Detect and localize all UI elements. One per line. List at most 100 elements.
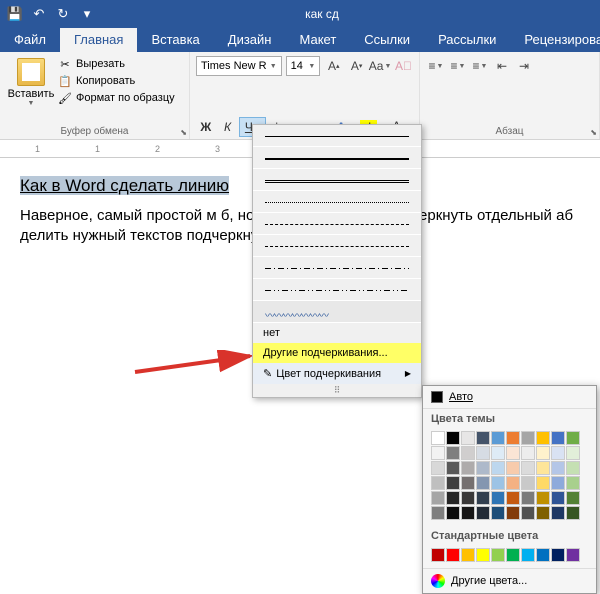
tab-layout[interactable]: Макет — [285, 28, 350, 52]
bullets-button[interactable]: ≡▼ — [426, 56, 446, 76]
color-swatch[interactable] — [491, 446, 505, 460]
color-swatch[interactable] — [536, 548, 550, 562]
color-swatch[interactable] — [536, 446, 550, 460]
color-swatch[interactable] — [566, 506, 580, 520]
color-swatch[interactable] — [446, 431, 460, 445]
undo-icon[interactable]: ↶ — [28, 3, 50, 25]
color-swatch[interactable] — [446, 476, 460, 490]
tab-review[interactable]: Рецензирование — [510, 28, 600, 52]
color-swatch[interactable] — [431, 506, 445, 520]
color-swatch[interactable] — [521, 491, 535, 505]
color-swatch[interactable] — [431, 461, 445, 475]
color-swatch[interactable] — [476, 431, 490, 445]
color-swatch[interactable] — [566, 476, 580, 490]
color-swatch[interactable] — [566, 491, 580, 505]
color-swatch[interactable] — [551, 548, 565, 562]
color-swatch[interactable] — [551, 491, 565, 505]
underline-dash-dot[interactable] — [253, 257, 421, 279]
grow-font-button[interactable]: A▴ — [324, 56, 343, 76]
color-swatch[interactable] — [506, 506, 520, 520]
underline-dotted[interactable] — [253, 191, 421, 213]
color-swatch[interactable] — [431, 548, 445, 562]
color-swatch[interactable] — [536, 461, 550, 475]
color-swatch[interactable] — [536, 506, 550, 520]
cut-button[interactable]: ✂ Вырезать — [56, 56, 177, 72]
color-swatch[interactable] — [431, 476, 445, 490]
color-swatch[interactable] — [506, 476, 520, 490]
color-swatch[interactable] — [566, 461, 580, 475]
clipboard-launcher-icon[interactable]: ⬊ — [180, 128, 187, 137]
color-swatch[interactable] — [476, 461, 490, 475]
color-swatch[interactable] — [521, 476, 535, 490]
color-swatch[interactable] — [506, 431, 520, 445]
color-swatch[interactable] — [491, 476, 505, 490]
shrink-font-button[interactable]: A▾ — [347, 56, 366, 76]
color-swatch[interactable] — [446, 491, 460, 505]
underline-dash-dot-dot[interactable] — [253, 279, 421, 301]
color-swatch[interactable] — [431, 491, 445, 505]
tab-home[interactable]: Главная — [60, 28, 137, 52]
redo-icon[interactable]: ↻ — [52, 3, 74, 25]
font-size-select[interactable]: 14 ▼ — [286, 56, 321, 76]
save-icon[interactable]: 💾 — [4, 3, 26, 25]
color-swatch[interactable] — [446, 506, 460, 520]
decrease-indent-button[interactable]: ⇤ — [492, 56, 512, 76]
underline-more-styles[interactable]: Другие подчеркивания... — [253, 343, 421, 363]
color-swatch[interactable] — [446, 548, 460, 562]
color-swatch[interactable] — [506, 491, 520, 505]
color-swatch[interactable] — [461, 491, 475, 505]
color-swatch[interactable] — [566, 446, 580, 460]
color-swatch[interactable] — [476, 548, 490, 562]
numbering-button[interactable]: ≡▼ — [448, 56, 468, 76]
color-swatch[interactable] — [476, 446, 490, 460]
color-swatch[interactable] — [461, 476, 475, 490]
color-swatch[interactable] — [566, 548, 580, 562]
color-swatch[interactable] — [551, 506, 565, 520]
color-swatch[interactable] — [521, 431, 535, 445]
color-swatch[interactable] — [461, 461, 475, 475]
color-swatch[interactable] — [491, 506, 505, 520]
color-swatch[interactable] — [431, 431, 445, 445]
color-swatch[interactable] — [551, 446, 565, 460]
format-painter-button[interactable]: 🖌 Формат по образцу — [56, 90, 177, 106]
underline-color-menu[interactable]: ✎ Цвет подчеркивания ▶ — [253, 363, 421, 384]
color-swatch[interactable] — [536, 431, 550, 445]
color-swatch[interactable] — [521, 446, 535, 460]
underline-thick[interactable] — [253, 147, 421, 169]
underline-single[interactable] — [253, 125, 421, 147]
color-swatch[interactable] — [446, 461, 460, 475]
color-auto[interactable]: Авто — [423, 386, 596, 409]
multilevel-button[interactable]: ≡▼ — [470, 56, 490, 76]
paragraph-launcher-icon[interactable]: ⬊ — [590, 128, 597, 137]
color-swatch[interactable] — [476, 491, 490, 505]
color-swatch[interactable] — [491, 431, 505, 445]
tab-design[interactable]: Дизайн — [214, 28, 286, 52]
color-swatch[interactable] — [446, 446, 460, 460]
paste-button[interactable]: Вставить ▼ — [6, 54, 56, 107]
more-colors-button[interactable]: Другие цвета... — [423, 568, 596, 593]
copy-button[interactable]: 📋 Копировать — [56, 73, 177, 89]
color-swatch[interactable] — [536, 491, 550, 505]
color-swatch[interactable] — [476, 506, 490, 520]
underline-dashed[interactable] — [253, 213, 421, 235]
color-swatch[interactable] — [551, 431, 565, 445]
color-swatch[interactable] — [506, 548, 520, 562]
color-swatch[interactable] — [461, 548, 475, 562]
color-swatch[interactable] — [551, 461, 565, 475]
color-swatch[interactable] — [521, 506, 535, 520]
color-swatch[interactable] — [491, 548, 505, 562]
underline-wave[interactable]: 〰〰〰〰〰〰〰 — [253, 301, 421, 323]
color-swatch[interactable] — [461, 446, 475, 460]
color-swatch[interactable] — [551, 476, 565, 490]
tab-mailings[interactable]: Рассылки — [424, 28, 510, 52]
underline-none[interactable]: нет — [253, 323, 421, 343]
clear-format-button[interactable]: A⃠ — [394, 56, 413, 76]
color-swatch[interactable] — [521, 461, 535, 475]
color-swatch[interactable] — [491, 491, 505, 505]
tab-references[interactable]: Ссылки — [350, 28, 424, 52]
color-swatch[interactable] — [506, 461, 520, 475]
increase-indent-button[interactable]: ⇥ — [514, 56, 534, 76]
change-case-button[interactable]: Aa▼ — [370, 56, 390, 76]
tab-file[interactable]: Файл — [0, 28, 60, 52]
color-swatch[interactable] — [521, 548, 535, 562]
